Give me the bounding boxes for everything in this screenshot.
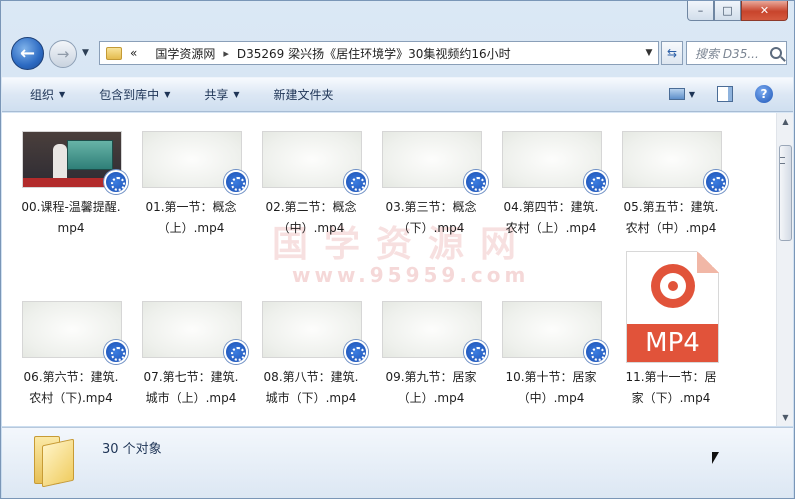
file-name: 01.第一节：概念 （上）.mp4	[145, 200, 237, 235]
command-bar: 组织 ▼ 包含到库中 ▼ 共享 ▼ 新建文件夹 ▼ ?	[2, 77, 793, 112]
search-icon[interactable]	[770, 47, 782, 59]
file-item[interactable]: 03.第三节：概念 （下）.mp4	[372, 131, 490, 241]
folder-icon	[34, 436, 74, 488]
file-name: 03.第三节：概念 （下）.mp4	[385, 200, 477, 235]
recent-pages-dropdown[interactable]: ▼	[82, 48, 89, 58]
mp4-file-icon: MP4	[626, 251, 719, 363]
view-options-dropdown[interactable]: ▼	[689, 90, 695, 99]
new-folder-label: 新建文件夹	[273, 88, 334, 102]
media-player-icon	[704, 170, 728, 194]
organize-label: 组织	[30, 88, 55, 102]
caption-buttons: – □ ✕	[687, 1, 788, 21]
media-player-icon	[584, 340, 608, 364]
back-arrow-icon: ←	[19, 43, 36, 64]
file-name: 10.第十节：居家 （中）.mp4	[505, 370, 597, 405]
file-item[interactable]: 08.第八节：建筑. 城市（下）.mp4	[252, 301, 370, 411]
toolbar-right: ▼ ?	[668, 85, 773, 103]
file-name: 08.第八节：建筑. 城市（下）.mp4	[263, 370, 359, 405]
file-item[interactable]: MP4 11.第十一节：居 家（下）.mp4	[612, 251, 730, 411]
address-dropdown-icon[interactable]: ▼	[640, 48, 658, 58]
watermark-url: www.95959.com	[292, 263, 530, 287]
minimize-button[interactable]: –	[687, 1, 714, 21]
file-name: 11.第十一节：居 家（下）.mp4	[625, 370, 717, 405]
address-bar[interactable]: « 国学资源网 ▸ D35269 梁兴扬《居住环境学》30集视频约16小时 ▼	[99, 41, 659, 65]
help-icon[interactable]: ?	[755, 85, 773, 103]
new-folder-button[interactable]: 新建文件夹	[274, 86, 334, 103]
file-name: 07.第七节：建筑. 城市（上）.mp4	[143, 370, 239, 405]
scrollbar-grip	[780, 157, 785, 164]
file-name: 04.第四节：建筑. 农村（上）.mp4	[503, 200, 599, 235]
details-pane: 30 个对象	[2, 427, 793, 498]
media-player-icon	[344, 340, 368, 364]
file-name: 02.第二节：概念 （中）.mp4	[265, 200, 357, 235]
vertical-scrollbar[interactable]: ▲ ▼	[776, 113, 793, 426]
scroll-down-icon[interactable]: ▼	[777, 409, 793, 426]
refresh-button[interactable]: ⇆	[661, 41, 683, 65]
mouse-pointer-icon	[712, 452, 719, 464]
refresh-icon: ⇆	[666, 46, 678, 60]
file-name: 06.第六节：建筑. 农村（下).mp4	[23, 370, 119, 405]
file-item[interactable]: 10.第十节：居家 （中）.mp4	[492, 301, 610, 411]
search-input[interactable]: 搜索 D35...	[686, 41, 787, 65]
media-player-icon	[224, 170, 248, 194]
media-player-icon	[464, 340, 488, 364]
file-name: 09.第九节：居家 （上）.mp4	[385, 370, 477, 405]
file-item[interactable]: 02.第二节：概念 （中）.mp4	[252, 131, 370, 241]
explorer-window: – □ ✕ ← → ▼ « 国学资源网 ▸ D35269 梁兴扬《居住环境学》3…	[0, 0, 795, 499]
forward-button[interactable]: →	[49, 40, 77, 68]
mp4-label: MP4	[627, 324, 718, 362]
include-library-menu[interactable]: 包含到库中 ▼	[99, 86, 170, 103]
chevron-down-icon: ▼	[59, 90, 66, 99]
chevron-down-icon: ▼	[82, 48, 89, 58]
organize-menu[interactable]: 组织 ▼	[30, 86, 65, 103]
item-count: 30 个对象	[102, 442, 162, 457]
close-button[interactable]: ✕	[741, 1, 788, 21]
preview-pane-icon[interactable]	[717, 86, 733, 102]
file-item[interactable]: 05.第五节：建筑. 农村（中）.mp4	[612, 131, 730, 241]
breadcrumb-overflow[interactable]: «	[130, 46, 137, 60]
file-item[interactable]: 09.第九节：居家 （上）.mp4	[372, 301, 490, 411]
file-list-area[interactable]: 国学资源网 www.95959.com 00.课程-温馨提醒. mp4 01.第一…	[2, 113, 793, 426]
breadcrumb-separator[interactable]: ▸	[223, 47, 229, 60]
media-player-icon	[224, 340, 248, 364]
maximize-button[interactable]: □	[714, 1, 741, 21]
media-player-icon	[104, 340, 128, 364]
breadcrumb-item-guoxue[interactable]: 国学资源网	[155, 45, 215, 62]
chevron-down-icon: ▼	[233, 90, 240, 99]
file-name: 00.课程-温馨提醒. mp4	[21, 200, 121, 235]
file-name: 05.第五节：建筑. 农村（中）.mp4	[623, 200, 719, 235]
file-item[interactable]: 07.第七节：建筑. 城市（上）.mp4	[132, 301, 250, 411]
chevron-down-icon: ▼	[164, 90, 171, 99]
scroll-up-icon[interactable]: ▲	[777, 113, 793, 130]
file-item[interactable]: 06.第六节：建筑. 农村（下).mp4	[12, 301, 130, 411]
back-button[interactable]: ←	[11, 37, 44, 70]
file-item[interactable]: 01.第一节：概念 （上）.mp4	[132, 131, 250, 241]
change-view-icon[interactable]	[668, 88, 685, 100]
file-item[interactable]: 04.第四节：建筑. 农村（上）.mp4	[492, 131, 610, 241]
film-reel-icon	[651, 264, 695, 308]
share-menu[interactable]: 共享 ▼	[204, 86, 239, 103]
include-library-label: 包含到库中	[99, 88, 160, 102]
media-player-icon	[584, 170, 608, 194]
folder-icon	[106, 46, 122, 60]
media-player-icon	[464, 170, 488, 194]
share-label: 共享	[204, 88, 229, 102]
file-item[interactable]: 00.课程-温馨提醒. mp4	[12, 131, 130, 241]
media-player-icon	[104, 170, 128, 194]
address-row: ← → ▼ « 国学资源网 ▸ D35269 梁兴扬《居住环境学》30集视频约1…	[9, 37, 787, 70]
media-player-icon	[344, 170, 368, 194]
search-placeholder: 搜索 D35...	[695, 46, 759, 61]
forward-arrow-icon: →	[56, 45, 70, 63]
breadcrumb-item-current[interactable]: D35269 梁兴扬《居住环境学》30集视频约16小时	[237, 45, 511, 62]
